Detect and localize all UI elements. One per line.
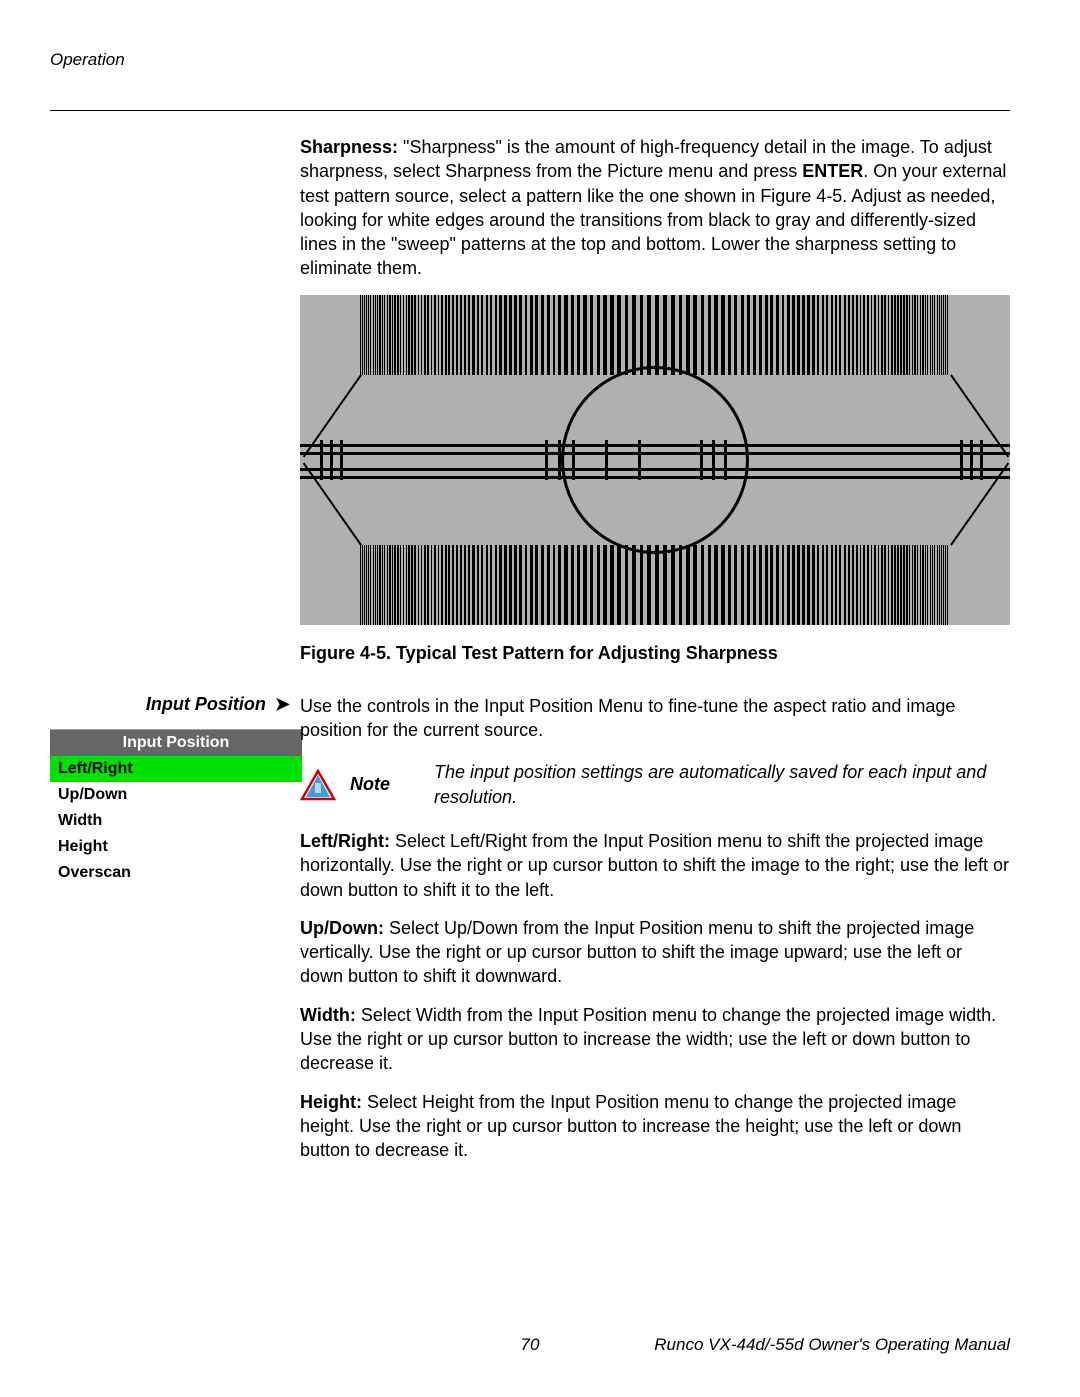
left-right-label: Left/Right:: [300, 831, 390, 851]
note-label: Note: [350, 774, 420, 795]
menu-item-width[interactable]: Width: [50, 808, 302, 834]
left-margin-1: [50, 135, 300, 694]
up-down-text: Select Up/Down from the Input Position m…: [300, 918, 974, 987]
input-position-menu: Input Position Left/Right Up/Down Width …: [50, 729, 302, 886]
note-triangle-icon: [300, 769, 336, 801]
width-label: Width:: [300, 1005, 356, 1025]
enter-key: ENTER: [802, 161, 863, 181]
test-pattern-figure: [300, 295, 1010, 625]
up-down-paragraph: Up/Down: Select Up/Down from the Input P…: [300, 916, 1010, 989]
menu-item-overscan[interactable]: Overscan: [50, 860, 302, 886]
width-text: Select Width from the Input Position men…: [300, 1005, 996, 1074]
page-footer: 70 Runco VX-44d/-55d Owner's Operating M…: [50, 1335, 1010, 1355]
sharpness-label: Sharpness:: [300, 137, 398, 157]
width-paragraph: Width: Select Width from the Input Posit…: [300, 1003, 1010, 1076]
note-row: Note The input position settings are aut…: [300, 760, 1010, 809]
menu-item-left-right[interactable]: Left/Right: [50, 756, 302, 782]
page-number: 70: [521, 1335, 540, 1355]
menu-item-height[interactable]: Height: [50, 834, 302, 860]
input-position-side-label: Input Position ➤: [50, 694, 290, 715]
height-paragraph: Height: Select Height from the Input Pos…: [300, 1090, 1010, 1163]
note-text: The input position settings are automati…: [434, 760, 1010, 809]
input-position-intro: Use the controls in the Input Position M…: [300, 694, 1010, 743]
arrow-right-icon: ➤: [275, 694, 290, 715]
sharpness-paragraph: Sharpness: "Sharpness" is the amount of …: [300, 135, 1010, 281]
figure-caption: Figure 4-5. Typical Test Pattern for Adj…: [300, 643, 1010, 664]
header-section: Operation: [50, 50, 1010, 70]
height-label: Height:: [300, 1092, 362, 1112]
left-right-paragraph: Left/Right: Select Left/Right from the I…: [300, 829, 1010, 902]
footer-title: Runco VX-44d/-55d Owner's Operating Manu…: [654, 1335, 1010, 1355]
input-position-side-text: Input Position: [146, 694, 266, 714]
menu-title: Input Position: [50, 730, 302, 756]
left-right-text: Select Left/Right from the Input Positio…: [300, 831, 1009, 900]
up-down-label: Up/Down:: [300, 918, 384, 938]
height-text: Select Height from the Input Position me…: [300, 1092, 961, 1161]
header-rule: [50, 110, 1010, 111]
menu-item-up-down[interactable]: Up/Down: [50, 782, 302, 808]
